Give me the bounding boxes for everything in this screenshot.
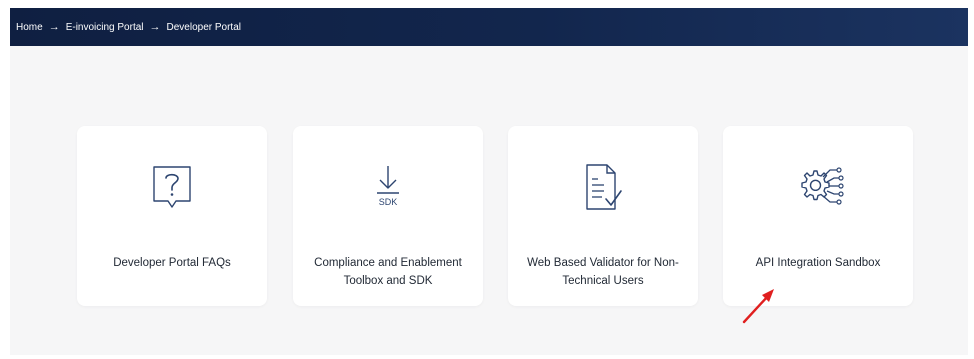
faqs-card-label: Developer Portal FAQs	[113, 257, 231, 269]
portal-cards: Developer Portal FAQs SDK Compliance and…	[10, 8, 968, 355]
screenshot-frame: Home → E-invoicing Portal → Developer Po…	[0, 0, 974, 359]
web-validator-card-label: Web Based Validator for Non-Technical Us…	[527, 257, 679, 287]
api-sandbox-card-label: API Integration Sandbox	[755, 257, 881, 269]
toolbox-sdk-card-label: Compliance and Enablement Toolbox and SD…	[314, 257, 462, 287]
red-arrow-annotation-icon	[742, 289, 774, 324]
toolbox-sdk-card[interactable]: SDK Compliance and Enablement Toolbox an…	[293, 126, 483, 306]
web-validator-card[interactable]: Web Based Validator for Non-Technical Us…	[508, 126, 698, 306]
gear-circuit-icon	[788, 158, 848, 218]
download-sdk-icon: SDK	[358, 158, 418, 218]
question-help-icon	[142, 158, 202, 218]
document-check-icon	[573, 158, 633, 218]
sdk-icon-text: SDK	[379, 197, 398, 207]
faqs-card[interactable]: Developer Portal FAQs	[77, 126, 267, 306]
api-sandbox-card[interactable]: API Integration Sandbox	[723, 126, 913, 306]
developer-portal-page: Home → E-invoicing Portal → Developer Po…	[10, 8, 968, 355]
